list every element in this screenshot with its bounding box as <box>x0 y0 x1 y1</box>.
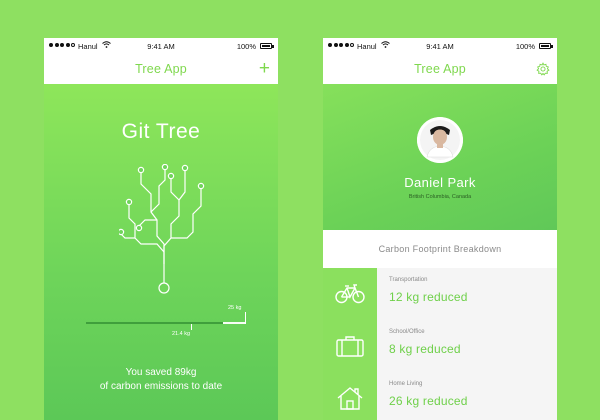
screenshot-canvas: { "status_bar": { "carrier": "Hanul", "t… <box>0 0 600 420</box>
gear-icon[interactable] <box>536 62 550 76</box>
app-title: Tree App <box>135 62 187 76</box>
status-bar: Hanul 9:41 AM 100% <box>44 38 278 56</box>
current-marker <box>191 324 192 330</box>
circuit-tree-icon <box>119 164 205 294</box>
savings-line: You saved 89kg <box>125 367 197 378</box>
phone-screen-profile: Hanul 9:41 AM 100% Tree App Daniel Park … <box>323 38 557 420</box>
item-value: 26 kg reduced <box>389 394 468 408</box>
list-item[interactable]: Home Living 26 kg reduced <box>323 372 557 420</box>
item-icon-box <box>323 320 377 372</box>
navigation-bar: Tree App + <box>44 56 278 84</box>
app-title: Tree App <box>414 62 466 76</box>
list-item[interactable]: School/Office 8 kg reduced <box>323 320 557 372</box>
item-icon-box <box>323 268 377 320</box>
battery-percent: 100% <box>236 42 256 51</box>
plus-icon[interactable]: + <box>259 59 270 78</box>
item-label: Home Living <box>389 381 423 387</box>
savings-summary: You saved 89kg of carbon emissions to da… <box>44 366 278 394</box>
list-item[interactable]: Transportation 12 kg reduced <box>323 268 557 320</box>
current-label: 21.4 kg <box>172 331 191 337</box>
battery-icon <box>260 43 274 49</box>
git-tree-panel: Git Tree 25 kg 21.4 kg You saved 89kg of… <box>44 84 278 420</box>
item-label: School/Office <box>389 329 425 335</box>
house-icon <box>337 387 363 410</box>
item-value: 8 kg reduced <box>389 342 461 356</box>
progress-fill <box>86 322 223 324</box>
briefcase-icon <box>336 336 364 357</box>
navigation-bar: Tree App <box>323 56 557 84</box>
avatar[interactable] <box>417 117 463 163</box>
item-icon-box <box>323 372 377 420</box>
savings-subline: of carbon emissions to date <box>99 381 223 392</box>
profile-header: Daniel Park British Columbia, Canada <box>323 84 557 230</box>
hero-title: Git Tree <box>121 120 201 143</box>
phone-screen-git-tree: Hanul 9:41 AM 100% Tree App + Git Tree 2… <box>44 38 278 420</box>
battery-percent: 100% <box>515 42 535 51</box>
item-label: Transportation <box>389 277 428 283</box>
breakdown-header: Carbon Footprint Breakdown <box>323 230 557 269</box>
item-value: 12 kg reduced <box>389 290 468 304</box>
profile-photo <box>417 117 463 163</box>
battery-icon <box>539 43 553 49</box>
profile-name: Daniel Park <box>404 175 476 190</box>
bicycle-icon <box>335 284 365 304</box>
breakdown-list: Transportation 12 kg reduced School/Offi… <box>323 268 557 420</box>
goal-label: 25 kg <box>228 305 242 311</box>
profile-location: British Columbia, Canada <box>408 194 472 200</box>
goal-marker <box>245 312 246 324</box>
section-title: Carbon Footprint Breakdown <box>378 244 502 254</box>
status-bar: Hanul 9:41 AM 100% <box>323 38 557 56</box>
